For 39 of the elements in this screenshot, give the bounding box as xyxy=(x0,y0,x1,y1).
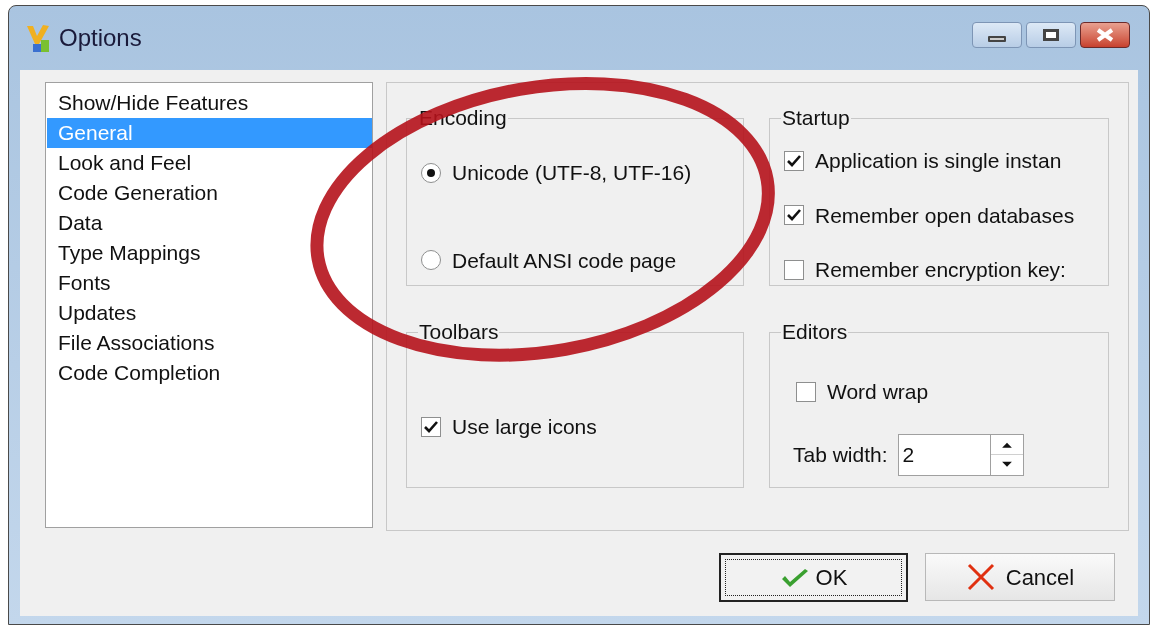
category-item[interactable]: Type Mappings xyxy=(47,238,372,268)
cancel-button[interactable]: Cancel xyxy=(925,553,1115,601)
category-item[interactable]: File Associations xyxy=(47,328,372,358)
cross-icon xyxy=(965,562,996,592)
maximize-icon xyxy=(1043,29,1059,41)
checkbox-label: Remember open databases xyxy=(815,202,1075,229)
category-item[interactable]: Updates xyxy=(47,298,372,328)
checkbox-label: Remember encryption key: xyxy=(815,257,1066,283)
close-button[interactable] xyxy=(1080,22,1130,48)
category-list[interactable]: Show/Hide Features General Look and Feel Code Generation Data Type Mappings Fonts Updates File Associations Code Completion xyxy=(45,82,373,528)
close-icon xyxy=(1095,28,1115,42)
category-item[interactable]: Data xyxy=(47,208,372,238)
checkbox-label: Application is single instan xyxy=(815,148,1062,174)
category-item[interactable]: Fonts xyxy=(47,268,372,298)
minimize-button[interactable] xyxy=(972,22,1022,48)
group-title: Startup xyxy=(781,107,851,130)
checkbox[interactable] xyxy=(784,259,804,280)
checkbox[interactable] xyxy=(784,205,804,226)
category-item[interactable]: Code Completion xyxy=(47,358,372,388)
radio-label: Unicode (UTF-8, UTF-16) xyxy=(452,160,692,186)
minimize-icon xyxy=(988,36,1006,42)
category-item[interactable]: Look and Feel xyxy=(47,148,372,178)
checkbox-label: Use large icons xyxy=(452,414,597,440)
checkbox[interactable] xyxy=(784,150,804,171)
radio-button[interactable] xyxy=(421,250,441,271)
checkbox[interactable] xyxy=(796,381,816,402)
category-item[interactable]: Code Generation xyxy=(47,178,372,208)
group-title: Editors xyxy=(781,320,849,344)
checkbox[interactable] xyxy=(421,416,441,437)
window-title: Options xyxy=(59,23,142,53)
radio-label: Default ANSI code page xyxy=(452,247,677,274)
checkbox-label: Word wrap xyxy=(827,379,929,405)
category-item[interactable]: Show/Hide Features xyxy=(47,88,372,118)
ok-button[interactable]: OK xyxy=(719,553,908,602)
group-title: Toolbars xyxy=(418,320,500,344)
maximize-button[interactable] xyxy=(1026,22,1076,48)
number-field[interactable]: 2 xyxy=(897,433,990,476)
radio-button[interactable] xyxy=(421,162,441,183)
field-label: Tab width: xyxy=(793,441,888,468)
